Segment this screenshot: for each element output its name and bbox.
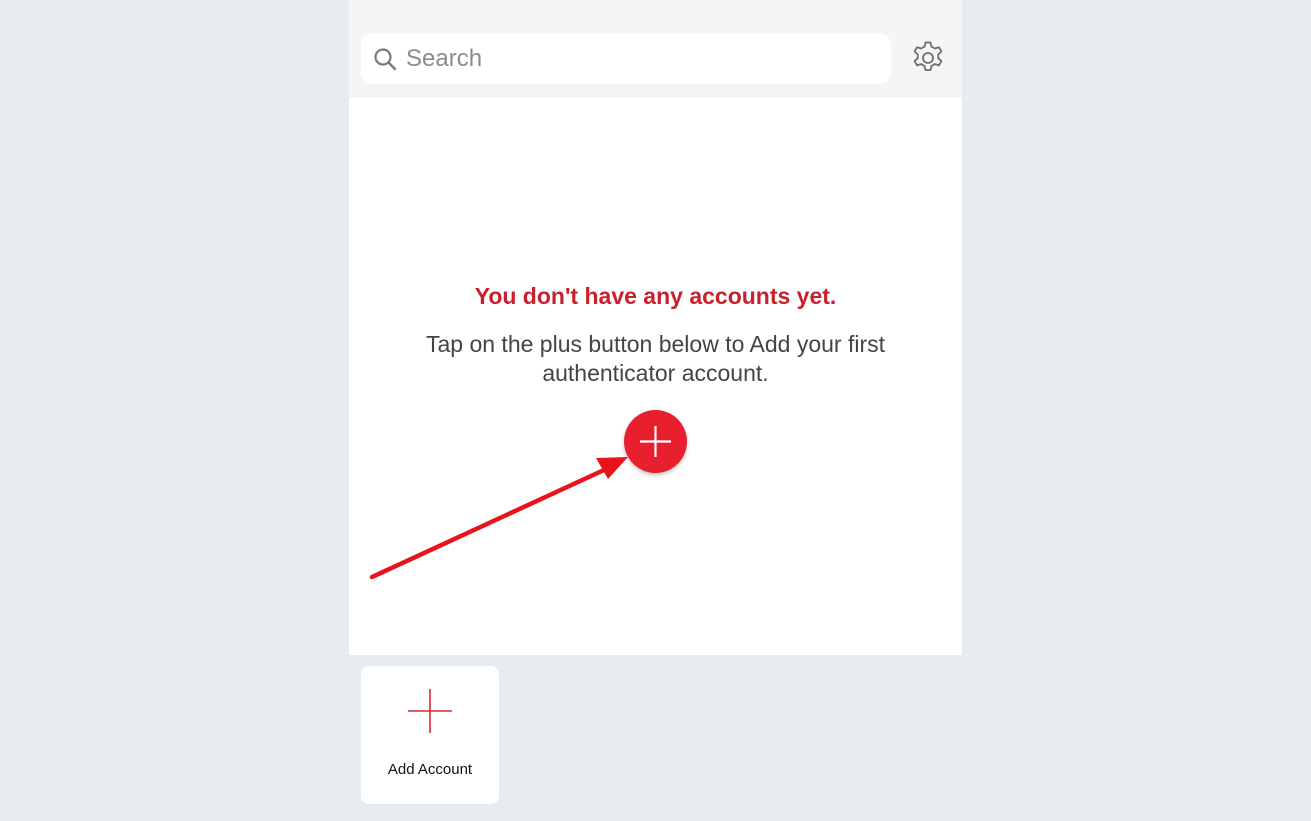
add-account-plus-button[interactable] xyxy=(624,410,687,473)
search-placeholder: Search xyxy=(406,44,483,72)
empty-state-title: You don't have any accounts yet. xyxy=(474,283,837,309)
app-screen: Search You don't have any accounts yet. … xyxy=(349,0,962,655)
search-icon xyxy=(373,47,397,71)
add-account-button[interactable]: Add Account xyxy=(361,666,499,804)
top-bar: Search xyxy=(349,0,962,98)
search-input[interactable]: Search xyxy=(361,33,891,84)
add-account-label: Add Account xyxy=(387,761,473,778)
plus-icon xyxy=(408,689,452,733)
plus-icon xyxy=(640,426,671,457)
gear-icon[interactable] xyxy=(909,39,947,77)
empty-state-description: Tap on the plus button below to Add your… xyxy=(425,331,885,386)
stage: Search You don't have any accounts yet. … xyxy=(0,0,1311,821)
